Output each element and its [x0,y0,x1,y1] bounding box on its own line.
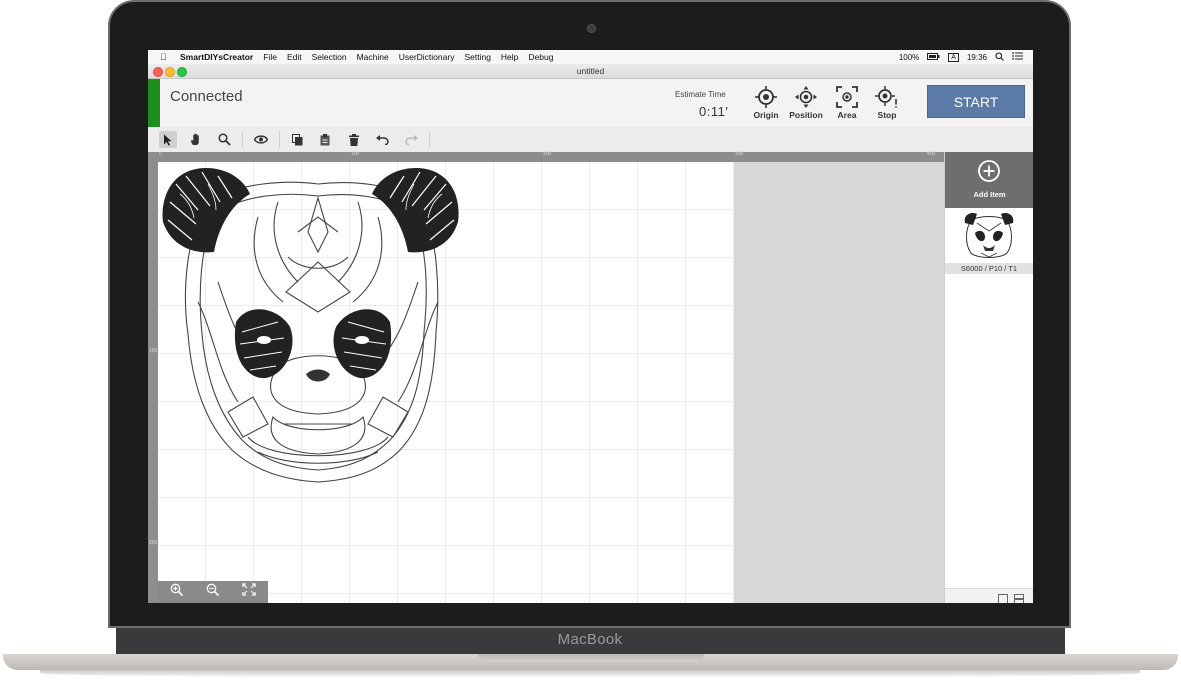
ruler-tick-label: 100 [351,151,360,157]
position-label: Position [789,110,823,120]
zoom-icon[interactable] [215,131,233,148]
menu-selection[interactable]: Selection [312,52,347,62]
menu-machine[interactable]: Machine [357,52,389,62]
eye-icon[interactable] [252,131,270,148]
start-button[interactable]: START [927,85,1025,118]
estimate-time-value: 0:11′ [699,104,729,119]
app-header: Connected Estimate Time 0:11′ Origin Pos… [148,79,1033,128]
trash-icon[interactable] [345,131,363,148]
menubar:  SmartDIYsCreator File Edit Selection M… [148,50,1033,64]
zoom-controls [158,581,268,603]
edit-toolbar [148,127,1033,153]
menu-file[interactable]: File [263,52,277,62]
redo-icon[interactable] [402,131,420,148]
toolbar-separator [242,131,243,148]
ruler-tick-label: 300 [735,151,744,157]
toolbar-separator [429,131,430,148]
panel-footer [945,588,1033,603]
battery-icon[interactable] [927,52,940,62]
item-panel: Add Item S6000 / P10 / T1 [944,152,1033,603]
area-icon [836,86,858,108]
panda-design[interactable] [158,162,468,487]
add-item-label: Add Item [973,190,1006,199]
menu-debug[interactable]: Debug [528,52,553,62]
input-source-icon[interactable]: A [948,52,959,62]
list-view-icon[interactable] [1014,591,1024,603]
menu-edit[interactable]: Edit [287,52,302,62]
menu-user-dictionary[interactable]: UserDictionary [399,52,455,62]
toolbar-separator [279,131,280,148]
single-view-icon[interactable] [998,591,1008,603]
menubar-clock[interactable]: 19:36 [967,53,987,62]
origin-icon [755,86,777,108]
apple-icon[interactable]:  [160,52,172,62]
screen:  SmartDIYsCreator File Edit Selection M… [148,50,1033,603]
connection-status: Connected [170,88,243,105]
vertical-ruler: 100 200 [148,152,158,603]
undo-icon[interactable] [373,131,391,148]
area-button[interactable]: Area [825,86,869,120]
item-settings-label: S6000 / P10 / T1 [945,263,1033,274]
notification-center-icon[interactable] [1012,52,1023,62]
spotlight-search-icon[interactable] [995,51,1004,63]
ruler-tick-label: 200 [149,540,158,546]
window-zoom-button[interactable] [177,67,187,77]
copy-icon[interactable] [288,131,306,148]
camera [587,24,596,33]
origin-label: Origin [753,110,779,120]
menubar-extras: 100% A 19:36 [899,50,1023,64]
origin-button[interactable]: Origin [744,86,788,120]
work-area-canvas[interactable] [158,162,734,603]
ruler-tick-label: 0 [159,151,162,157]
window-minimize-button[interactable] [165,67,175,77]
zoom-out-icon[interactable] [206,583,220,601]
window-title: untitled [576,66,605,76]
outside-work-area [734,162,944,603]
connection-status-indicator [148,79,160,127]
device-brand: MacBook [557,631,623,648]
area-label: Area [837,110,857,120]
panda-thumbnail-icon [964,213,1014,258]
hand-icon[interactable] [187,131,205,148]
position-icon [795,86,817,108]
menu-app-name[interactable]: SmartDIYsCreator [180,52,253,62]
battery-percent: 100% [898,52,920,62]
base-notch [478,654,704,662]
ruler-tick-label: 200 [543,151,552,157]
menu-help[interactable]: Help [501,52,518,62]
plus-circle-icon [978,160,1000,182]
window-close-button[interactable] [153,67,163,77]
window-titlebar: untitled [148,64,1033,79]
zoom-in-icon[interactable] [170,583,183,601]
fit-screen-icon[interactable] [242,583,256,601]
add-item-button[interactable]: Add Item [945,152,1033,208]
position-button[interactable]: Position [784,86,828,120]
horizontal-ruler: 0 100 200 300 400 [158,151,944,162]
estimate-time-label: Estimate Time [675,90,726,99]
paste-icon[interactable] [316,131,334,148]
select-arrow-icon[interactable] [159,131,177,148]
stop-button[interactable]: Stop [865,86,909,120]
ruler-tick-label: 100 [149,348,158,354]
stop-icon [875,86,897,108]
item-thumbnail[interactable] [946,210,1032,262]
ruler-tick-label: 400 [927,151,936,157]
menu-setting[interactable]: Setting [464,52,490,62]
stop-label: Stop [877,110,897,120]
